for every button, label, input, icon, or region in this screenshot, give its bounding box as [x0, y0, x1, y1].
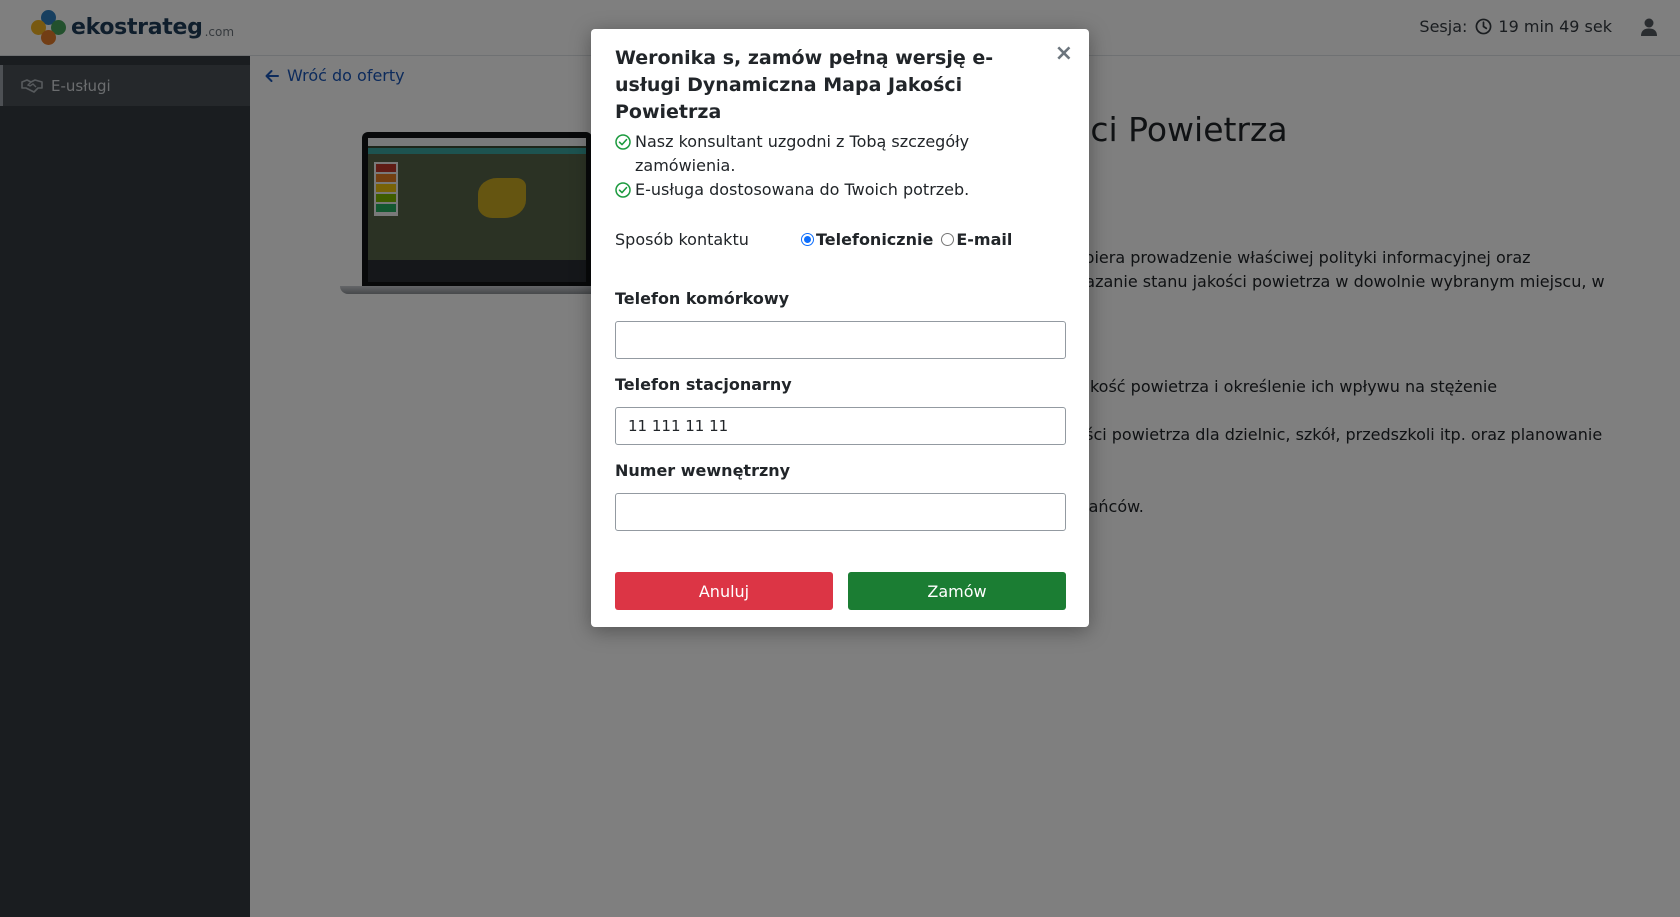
- benefits-list: Nasz konsultant uzgodni z Tobą szczegóły…: [615, 130, 1055, 202]
- check-circle-icon: [615, 182, 631, 198]
- radio-phone-control[interactable]: [801, 232, 814, 246]
- extension-number-input[interactable]: [615, 493, 1066, 531]
- cancel-button[interactable]: Anuluj: [615, 572, 833, 610]
- radio-phone-label[interactable]: Telefonicznie: [816, 230, 933, 249]
- contact-method-label: Sposób kontaktu: [615, 229, 749, 249]
- order-button[interactable]: Zamów: [848, 572, 1066, 610]
- radio-email-control[interactable]: [941, 232, 955, 246]
- extension-number-label: Numer wewnętrzny: [615, 461, 791, 480]
- close-icon[interactable]: ×: [1055, 43, 1073, 65]
- mobile-phone-input[interactable]: [615, 321, 1066, 359]
- benefit-text: Nasz konsultant uzgodni z Tobą szczegóły…: [635, 132, 970, 175]
- benefit-item: E-usługa dostosowana do Twoich potrzeb.: [615, 178, 1055, 202]
- landline-phone-label: Telefon stacjonarny: [615, 375, 792, 394]
- radio-email[interactable]: E-mail: [941, 230, 1012, 249]
- contact-method-group: Sposób kontaktu Telefonicznie E-mail: [615, 225, 1055, 253]
- radio-email-label[interactable]: E-mail: [956, 230, 1012, 249]
- benefit-text: E-usługa dostosowana do Twoich potrzeb.: [635, 180, 970, 199]
- check-circle-icon: [615, 134, 631, 150]
- mobile-phone-label: Telefon komórkowy: [615, 289, 790, 308]
- landline-phone-input[interactable]: [615, 407, 1066, 445]
- order-modal: Weronika s, zamów pełną wersję e-usługi …: [591, 29, 1089, 627]
- radio-phone[interactable]: Telefonicznie: [801, 230, 933, 249]
- modal-title: Weronika s, zamów pełną wersję e-usługi …: [615, 47, 994, 123]
- benefit-item: Nasz konsultant uzgodni z Tobą szczegóły…: [615, 130, 1055, 178]
